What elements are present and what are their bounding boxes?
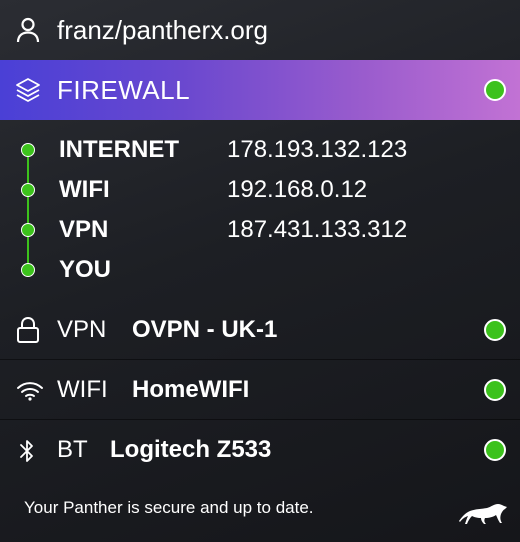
panther-logo bbox=[459, 504, 507, 524]
wifi-icon bbox=[17, 382, 43, 401]
vpn-value: OVPN - UK-1 bbox=[132, 316, 278, 343]
route-hop-label: YOU bbox=[59, 256, 112, 283]
vpn-status-dot bbox=[484, 319, 506, 341]
user-name: franz/pantherx.org bbox=[57, 15, 269, 45]
bluetooth-row[interactable]: BT Logitech Z533 bbox=[0, 421, 520, 479]
bluetooth-type-label: BT bbox=[57, 436, 88, 463]
user-row[interactable]: franz/pantherx.org bbox=[0, 0, 520, 60]
wifi-type-label: WIFI bbox=[57, 376, 108, 403]
route-hop-dot bbox=[21, 263, 35, 277]
route-hop-ip: 187.431.133.312 bbox=[227, 216, 408, 243]
route-chain: INTERNET 178.193.132.123 WIFI 192.168.0.… bbox=[0, 130, 520, 300]
route-hop-label: VPN bbox=[59, 216, 109, 243]
footer-status-message: Your Panther is secure and up to date. bbox=[24, 498, 314, 517]
route-hop-label: INTERNET bbox=[59, 136, 179, 163]
firewall-status-dot bbox=[484, 79, 506, 101]
vpn-type-label: VPN bbox=[57, 316, 107, 343]
route-hop-dot bbox=[21, 223, 35, 237]
firewall-bar[interactable]: FIREWALL bbox=[0, 60, 520, 120]
layers-icon bbox=[16, 78, 40, 102]
route-hop-ip: 192.168.0.12 bbox=[227, 176, 368, 203]
wifi-status-dot bbox=[484, 379, 506, 401]
firewall-label: FIREWALL bbox=[57, 75, 191, 105]
divider bbox=[0, 359, 520, 360]
route-hop-label: WIFI bbox=[59, 176, 110, 203]
route-hop-dot bbox=[21, 143, 35, 157]
wifi-value: HomeWIFI bbox=[132, 376, 250, 403]
user-icon bbox=[16, 17, 40, 43]
panther-status-panel: franz/pantherx.org FIREWALL INTERNET 178… bbox=[0, 0, 520, 542]
lock-icon bbox=[17, 316, 39, 343]
bluetooth-value: Logitech Z533 bbox=[110, 436, 272, 463]
bluetooth-status-dot bbox=[484, 439, 506, 461]
vpn-row[interactable]: VPN OVPN - UK-1 bbox=[0, 301, 520, 359]
route-hop-ip: 178.193.132.123 bbox=[227, 136, 408, 163]
route-connector-line bbox=[27, 150, 29, 270]
divider bbox=[0, 419, 520, 420]
route-hop-dot bbox=[21, 183, 35, 197]
bluetooth-icon bbox=[20, 440, 33, 462]
wifi-row[interactable]: WIFI HomeWIFI bbox=[0, 361, 520, 419]
